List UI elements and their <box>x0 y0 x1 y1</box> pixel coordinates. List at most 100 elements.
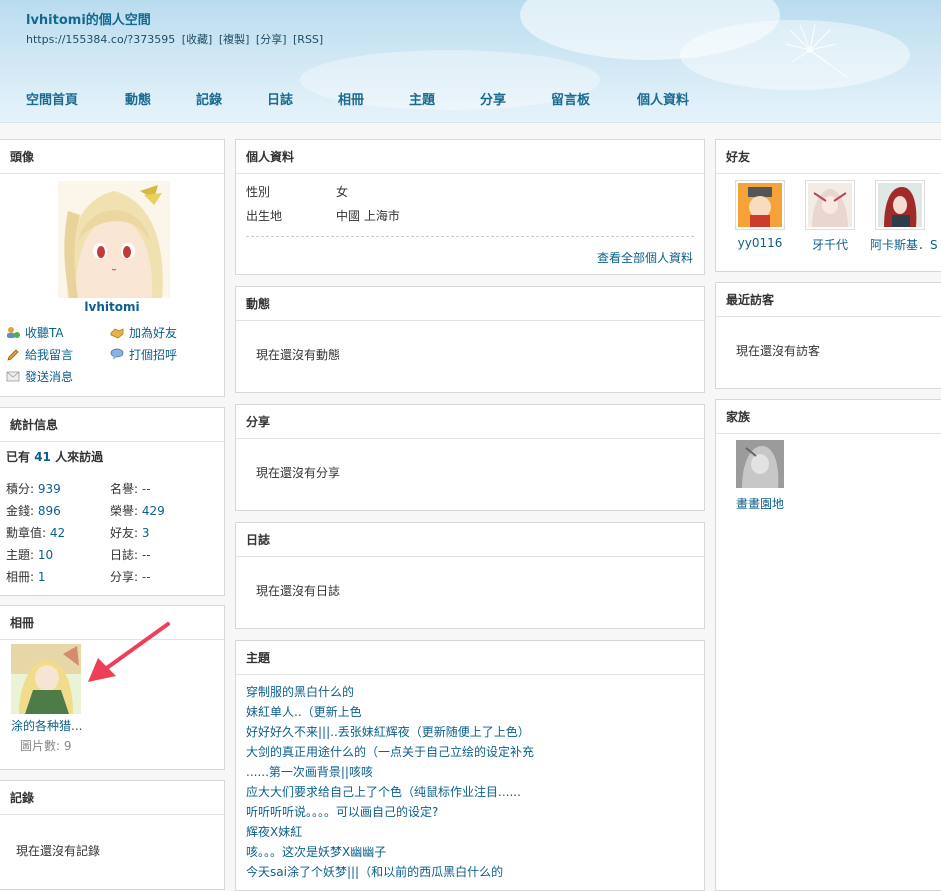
records-panel: 記錄 現在還沒有記錄 <box>0 780 225 890</box>
stat-friends: 好友: 3 <box>110 526 150 540</box>
panel-title: 頭像 <box>0 140 224 174</box>
leave-message-button[interactable]: 給我留言 <box>6 346 73 363</box>
friend-avatar[interactable] <box>735 180 785 230</box>
album-photo-count: 圖片數: 9 <box>20 739 72 753</box>
favorite-link[interactable]: [收藏] <box>182 33 213 46</box>
topic-link[interactable]: 应大大们要求给自己上了个色（纯鼠标作业注目...... <box>246 783 521 800</box>
stat-shares: 分享: -- <box>110 570 151 584</box>
nav-guestbook[interactable]: 留言板 <box>551 89 637 108</box>
friend-avatar[interactable] <box>805 180 855 230</box>
gender-label: 性別 <box>246 185 271 199</box>
poke-button[interactable]: 打個招呼 <box>110 346 177 363</box>
nav-topics[interactable]: 主題 <box>409 89 480 108</box>
panel-title: 個人資料 <box>236 140 704 174</box>
space-links: https://155384.co/?373595 [收藏] [複製] [分享]… <box>26 31 326 47</box>
panel-title: 最近訪客 <box>716 283 941 317</box>
blog-empty: 現在還沒有日誌 <box>256 584 341 598</box>
share-panel: 分享 現在還沒有分享 <box>235 404 705 511</box>
follow-label: 收聽TA <box>25 326 64 340</box>
space-title[interactable]: lvhitomi的個人空間 <box>26 9 151 28</box>
handshake-icon <box>110 326 124 339</box>
nav-blog[interactable]: 日誌 <box>267 89 338 108</box>
family-avatar[interactable] <box>736 440 784 488</box>
friend-name[interactable]: yy0116 <box>730 236 790 250</box>
visitor-prefix: 已有 <box>6 450 31 464</box>
profile-panel: 個人資料 性別 女 出生地 中國 上海市 查看全部個人資料 <box>235 139 705 275</box>
topic-link[interactable]: 辉夜X妹紅 <box>246 823 302 840</box>
visitors-empty: 現在還沒有訪客 <box>736 344 821 358</box>
add-friend-button[interactable]: 加為好友 <box>110 324 177 341</box>
friend-item[interactable]: 阿卡斯基．S <box>870 180 938 253</box>
nav-profile[interactable]: 個人資料 <box>637 89 717 108</box>
topics-panel: 主題 穿制服的黑白什么的 妹紅单人..（更新上色 好好好久不来|||..丢张妹紅… <box>235 640 705 891</box>
arrow-annotation <box>88 622 170 682</box>
panel-title: 主題 <box>236 641 704 675</box>
feed-panel: 動態 現在還沒有動態 <box>235 286 705 393</box>
stat-reputation: 名譽: -- <box>110 482 151 496</box>
add-friend-label: 加為好友 <box>129 326 178 340</box>
medals-link[interactable]: 42 <box>50 526 65 540</box>
records-empty: 現在還沒有記錄 <box>16 844 101 858</box>
stats-panel: 統計信息 已有 41 人來訪過 積分: 939 名譽: -- 金錢: 896 榮… <box>0 407 225 596</box>
divider <box>246 236 694 237</box>
friend-name[interactable]: 牙千代 <box>800 236 860 253</box>
visitor-number: 41 <box>34 450 51 464</box>
panel-title: 分享 <box>236 405 704 439</box>
birthplace-label: 出生地 <box>246 209 283 223</box>
send-message-button[interactable]: 發送消息 <box>6 368 73 385</box>
panel-title: 家族 <box>716 400 941 434</box>
gender-value: 女 <box>336 185 349 199</box>
stat-blogs: 日誌: -- <box>110 548 151 562</box>
topic-link[interactable]: 听听听听说。。。。可以画自己的设定? <box>246 803 438 820</box>
follow-button[interactable]: 收聽TA <box>6 324 64 341</box>
friend-avatar[interactable] <box>875 180 925 230</box>
dandelion-decoration <box>785 23 849 79</box>
stat-topics: 主題: 10 <box>6 548 54 562</box>
username[interactable]: lvhitomi <box>0 300 224 314</box>
friends-count-link[interactable]: 3 <box>142 526 150 540</box>
family-name-link[interactable]: 畫畫園地 <box>736 495 784 512</box>
album-name-link[interactable]: 涂的各种猎... <box>11 717 82 734</box>
albums-count-link[interactable]: 1 <box>38 570 46 584</box>
panel-title: 記錄 <box>0 781 224 815</box>
panel-title: 統計信息 <box>0 408 224 442</box>
friend-name[interactable]: 阿卡斯基．S <box>870 236 938 253</box>
album-cover[interactable] <box>11 644 81 714</box>
stat-albums: 相冊: 1 <box>6 570 46 584</box>
album-panel: 相冊 涂的各种猎... 圖片數: 9 <box>0 605 225 770</box>
topic-link[interactable]: 妹紅单人..（更新上色 <box>246 703 362 720</box>
nav-share[interactable]: 分享 <box>480 89 551 108</box>
recent-visitors-panel: 最近訪客 現在還沒有訪客 <box>715 282 941 389</box>
topic-link[interactable]: 好好好久不来|||..丢张妹紅辉夜（更新随便上了上色） <box>246 723 530 740</box>
avatar[interactable] <box>58 181 170 298</box>
avatar-panel: 頭像 lvhitomi 收聽TA 加為好友 給我留言 打個招呼 發送消息 <box>0 139 225 397</box>
topic-link[interactable]: 咳。。。这次是妖梦X幽幽子 <box>246 843 386 860</box>
follow-icon <box>6 326 20 339</box>
topic-link[interactable]: 今天sai涂了个妖梦|||（和以前的西瓜黑白什么的 <box>246 863 503 880</box>
view-all-profile-link[interactable]: 查看全部個人資料 <box>597 249 693 266</box>
nav-records[interactable]: 記錄 <box>196 89 267 108</box>
rss-link[interactable]: [RSS] <box>293 33 323 46</box>
chat-bubble-icon <box>110 348 124 361</box>
topics-count-link[interactable]: 10 <box>38 548 53 562</box>
visitor-count: 已有 41 人來訪過 <box>6 448 103 465</box>
friend-item[interactable]: yy0116 <box>730 180 790 250</box>
envelope-icon <box>6 370 20 383</box>
nav-album[interactable]: 相冊 <box>338 89 409 108</box>
panel-title: 日誌 <box>236 523 704 557</box>
share-link[interactable]: [分享] <box>256 33 287 46</box>
nav-feed[interactable]: 動態 <box>125 89 196 108</box>
friend-item[interactable]: 牙千代 <box>800 180 860 253</box>
stat-money: 金錢: 896 <box>6 504 61 518</box>
feed-empty: 現在還沒有動態 <box>256 348 341 362</box>
topic-link[interactable]: ......第一次画背景||咳咳 <box>246 763 373 780</box>
topic-link[interactable]: 穿制服的黑白什么的 <box>246 683 354 700</box>
space-url[interactable]: https://155384.co/?373595 <box>26 33 175 46</box>
leave-message-label: 給我留言 <box>25 348 74 362</box>
send-message-label: 發送消息 <box>25 370 74 384</box>
topic-link[interactable]: 大剑的真正用途什么的（一点关于自己立绘的设定补充 <box>246 743 534 760</box>
copy-link[interactable]: [複製] <box>219 33 250 46</box>
visitor-suffix: 人來訪過 <box>55 450 104 464</box>
stat-credits: 積分: 939 <box>6 482 61 496</box>
nav-home[interactable]: 空間首頁 <box>26 89 125 108</box>
